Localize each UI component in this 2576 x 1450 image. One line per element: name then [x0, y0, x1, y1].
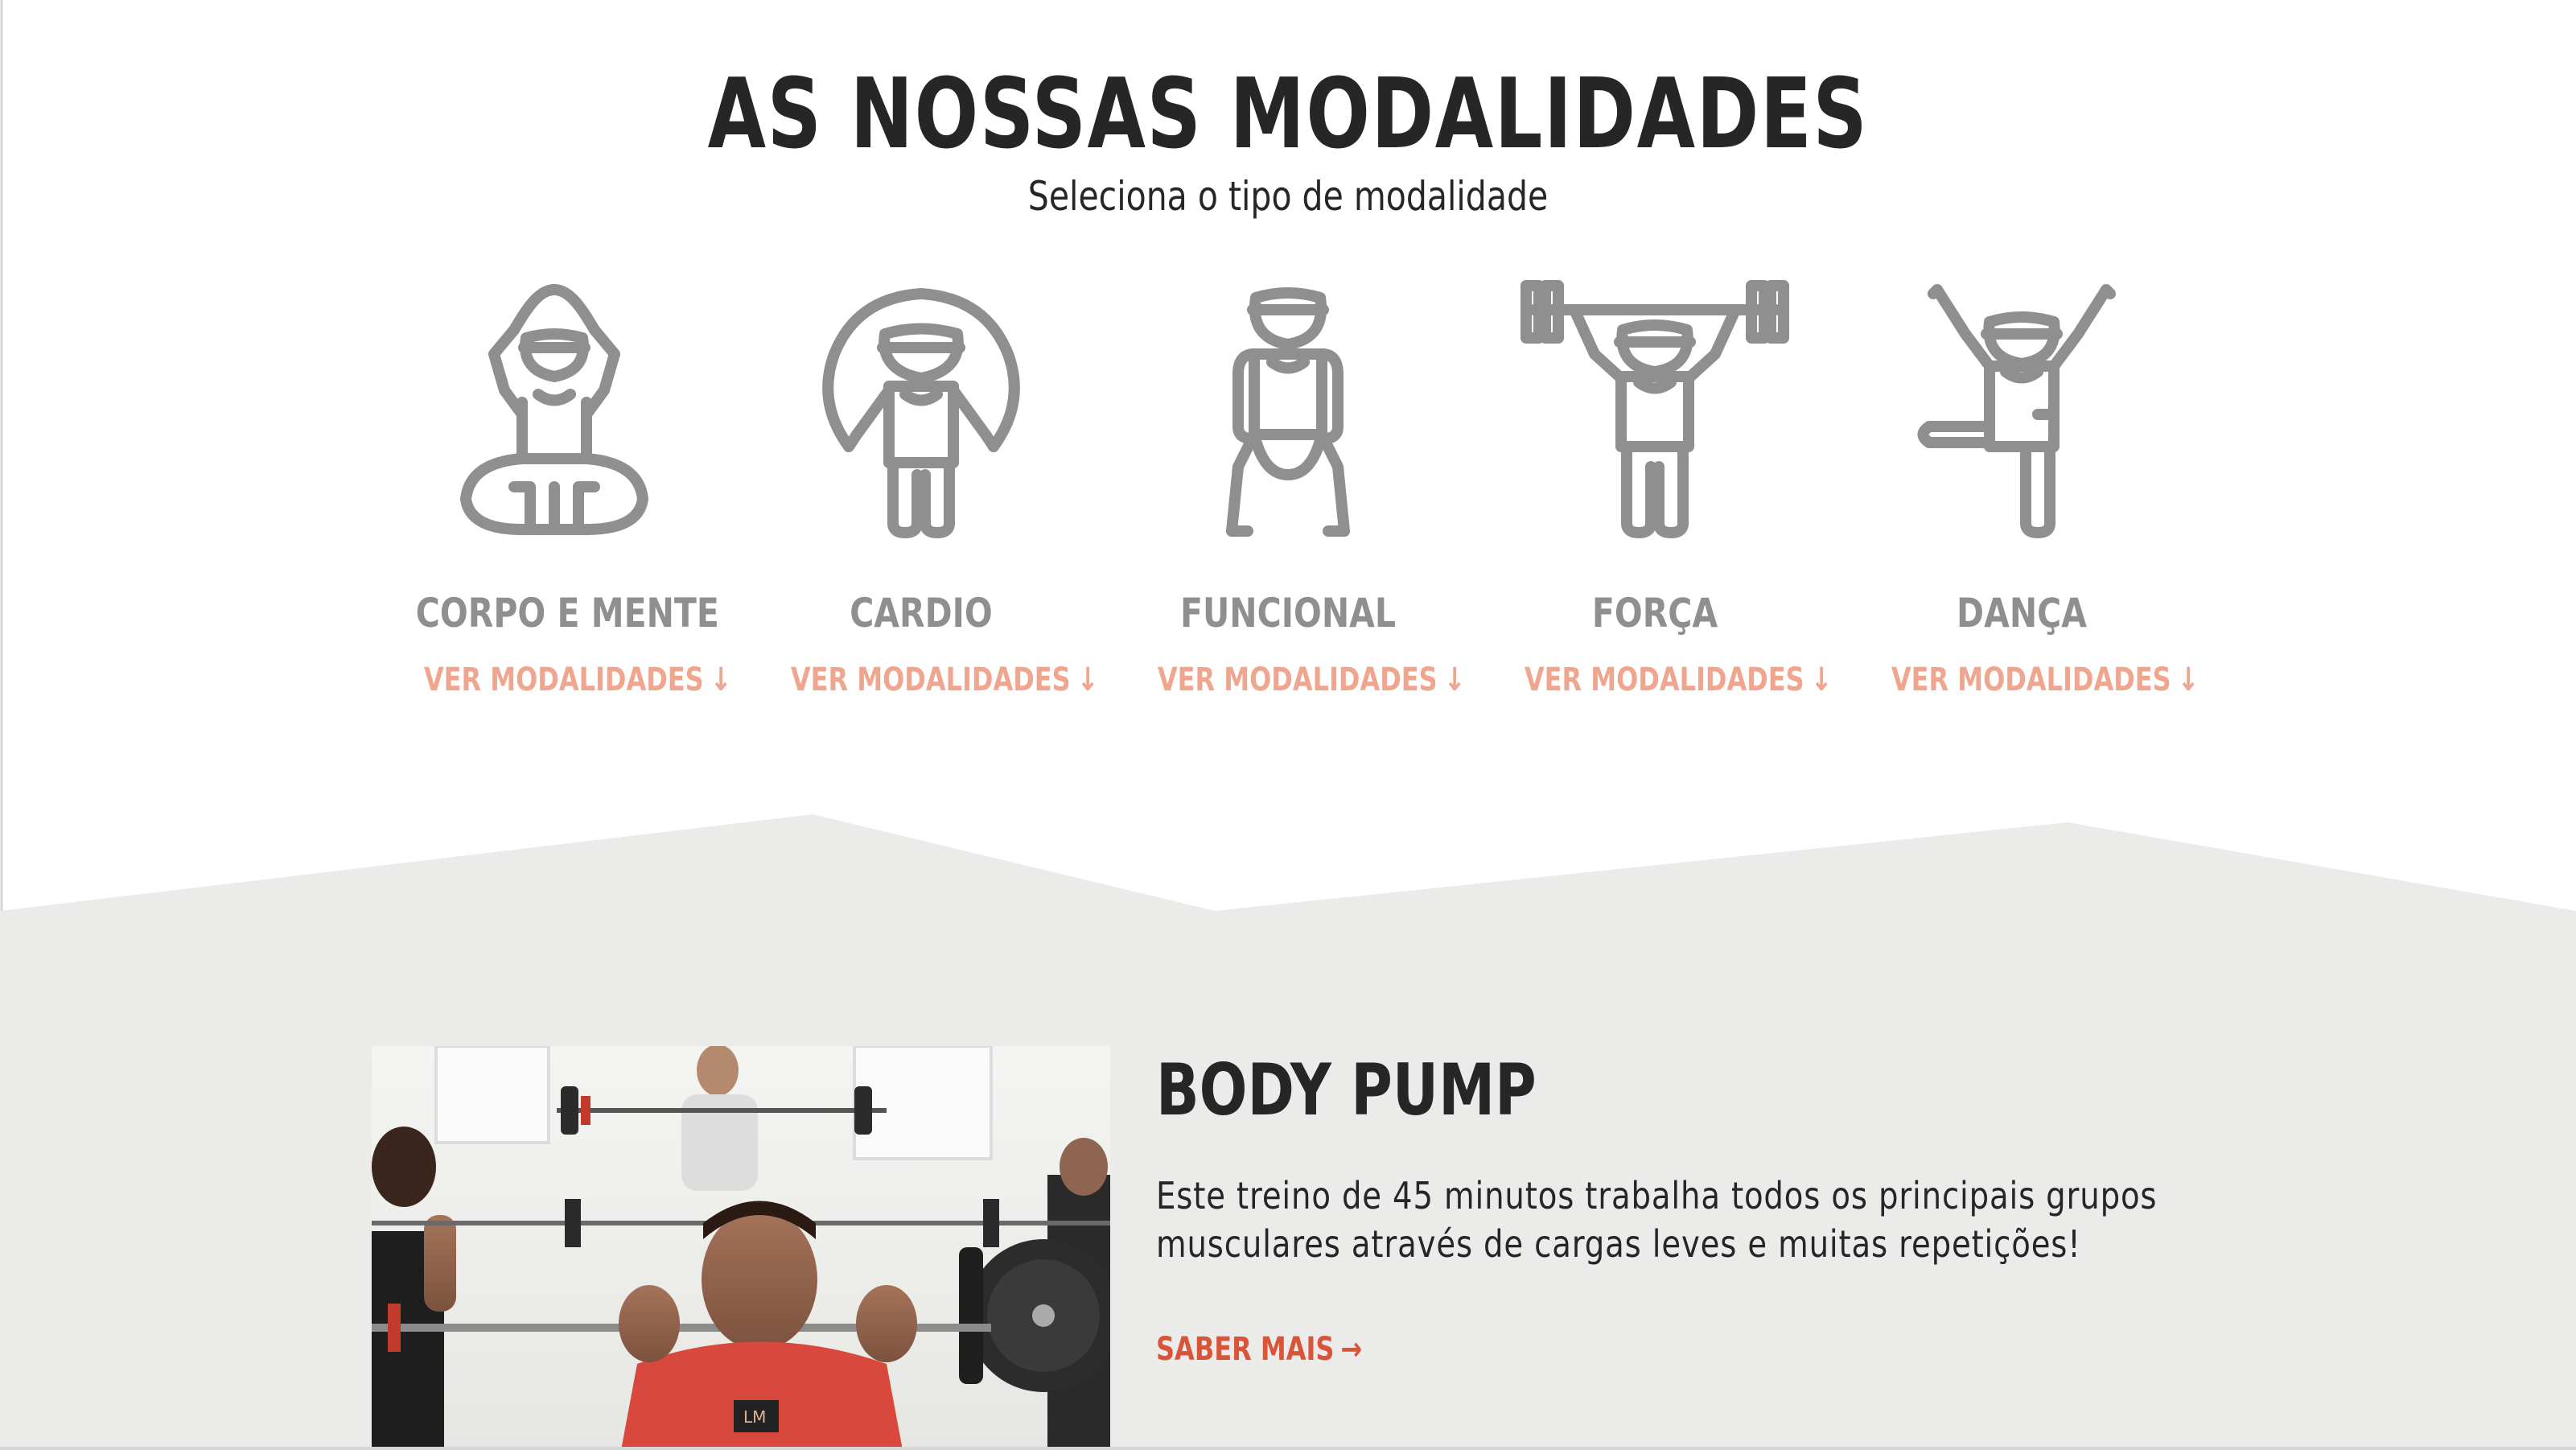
saber-mais-link[interactable]: SABER MAIS → — [1156, 1331, 1362, 1368]
body-pump-image: LM — [372, 1046, 1110, 1450]
category-name: CARDIO — [850, 590, 993, 636]
weightlifting-person-icon[interactable] — [1518, 274, 1792, 547]
category-name: FUNCIONAL — [1180, 590, 1396, 636]
ver-modalidades-link[interactable]: VER MODALIDADES ↓ — [791, 661, 1099, 698]
arrow-down-icon: ↓ — [2177, 661, 2199, 698]
feature-description: Este treino de 45 minutos trabalha todos… — [1156, 1174, 2158, 1266]
page-subtitle: Seleciona o tipo de modalidade — [1027, 173, 1549, 220]
category-cardio[interactable]: CARDIO VER MODALIDADES ↓ — [752, 274, 1099, 698]
category-name: FORÇA — [1591, 590, 1718, 636]
yoga-person-icon[interactable] — [418, 274, 691, 547]
page: AS NOSSAS MODALIDADES Seleciona o tipo d… — [0, 0, 2576, 1450]
arrow-down-icon: ↓ — [710, 661, 732, 698]
arrow-down-icon: ↓ — [1076, 661, 1099, 698]
feature-title: BODY PUMP — [1156, 1048, 1537, 1131]
ver-modalidades-link[interactable]: VER MODALIDADES ↓ — [1158, 661, 1466, 698]
category-funcional[interactable]: FUNCIONAL VER MODALIDADES ↓ — [1119, 274, 1466, 698]
category-list: CORPO E MENTE VER MODALIDADES ↓ CARDIO V… — [0, 274, 2576, 724]
ver-modalidades-link[interactable]: VER MODALIDADES ↓ — [1525, 661, 1833, 698]
category-name: DANÇA — [1957, 590, 2087, 636]
category-corpo-e-mente[interactable]: CORPO E MENTE VER MODALIDADES ↓ — [385, 274, 732, 698]
arrow-down-icon: ↓ — [1810, 661, 1833, 698]
jump-rope-person-icon[interactable] — [784, 274, 1058, 547]
category-forca[interactable]: FORÇA VER MODALIDADES ↓ — [1486, 274, 1833, 698]
divider — [0, 1447, 2576, 1450]
category-danca[interactable]: DANÇA VER MODALIDADES ↓ — [1853, 274, 2199, 698]
shirt-logo-text: LM — [743, 1407, 766, 1427]
ver-modalidades-link[interactable]: VER MODALIDADES ↓ — [424, 661, 732, 698]
arrow-down-icon: ↓ — [1443, 661, 1466, 698]
category-name: CORPO E MENTE — [415, 590, 719, 636]
ver-modalidades-link[interactable]: VER MODALIDADES ↓ — [1891, 661, 2199, 698]
dance-person-icon[interactable] — [1885, 274, 2158, 547]
page-title: AS NOSSAS MODALIDADES — [707, 59, 1869, 171]
squat-person-icon[interactable] — [1151, 274, 1425, 547]
arrow-right-icon: → — [1340, 1331, 1363, 1368]
